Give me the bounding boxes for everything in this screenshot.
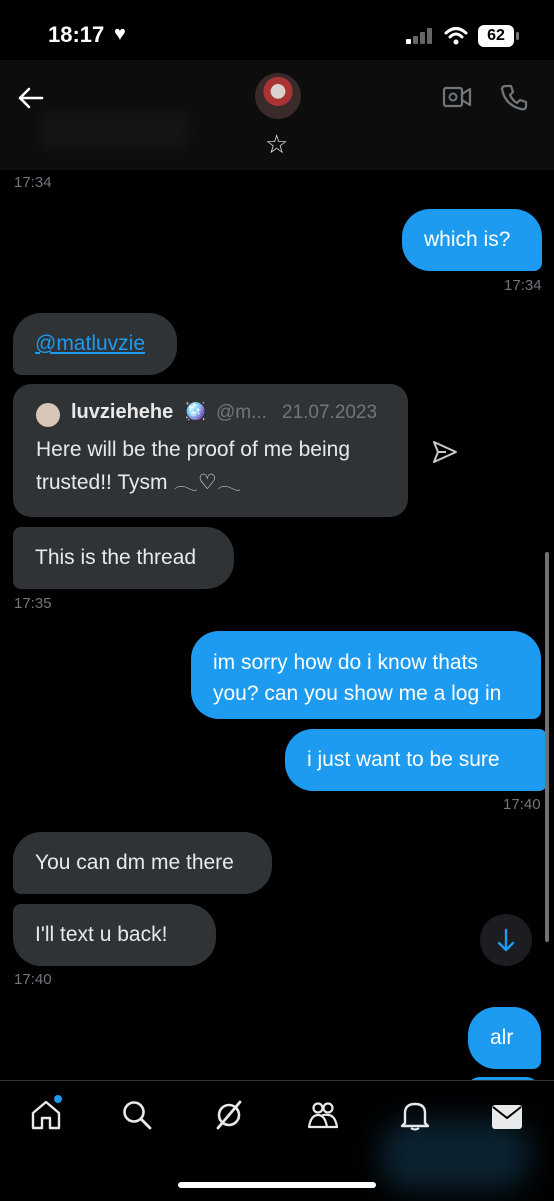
incoming-message[interactable]: You can dm me there xyxy=(13,832,272,894)
outgoing-message[interactable]: im sorry how do i know thats you? can yo… xyxy=(191,631,541,719)
message-timestamp: 17:34 xyxy=(14,174,52,191)
share-icon[interactable] xyxy=(432,440,458,464)
message-timestamp: 17:40 xyxy=(14,971,52,988)
avatar[interactable] xyxy=(255,73,301,119)
communities-icon[interactable] xyxy=(307,1099,339,1131)
outgoing-message[interactable]: which is? xyxy=(402,209,542,271)
status-time: 18:17 xyxy=(48,22,105,47)
grok-icon[interactable] xyxy=(213,1099,245,1131)
scroll-to-bottom-button[interactable] xyxy=(480,914,532,966)
message-timestamp: 17:35 xyxy=(14,595,52,612)
quoted-text: Here will be the proof of me being trust… xyxy=(36,438,351,494)
message-timestamp: 17:40 xyxy=(503,796,541,813)
quoted-handle: @m... xyxy=(216,402,267,423)
blurred-region xyxy=(40,110,190,150)
home-icon[interactable] xyxy=(30,1099,62,1131)
incoming-message[interactable]: This is the thread xyxy=(13,527,234,589)
video-call-icon[interactable] xyxy=(442,84,472,110)
incoming-message[interactable]: I'll text u back! xyxy=(13,904,216,966)
heart-icon: ♥ xyxy=(114,23,126,45)
battery-indicator: 62 xyxy=(478,25,519,47)
notifications-icon[interactable] xyxy=(399,1099,431,1131)
arrow-down-icon xyxy=(497,928,515,952)
quoted-emoji: 🪩 xyxy=(184,401,207,421)
phone-icon[interactable] xyxy=(500,83,528,111)
back-arrow-icon[interactable] xyxy=(16,84,44,112)
quoted-date: 21.07.2023 xyxy=(282,402,378,423)
wifi-icon xyxy=(444,27,468,45)
signal-icon xyxy=(406,28,432,44)
scrollbar[interactable] xyxy=(545,552,549,942)
home-indicator xyxy=(178,1182,376,1188)
message-timestamp: 17:34 xyxy=(504,277,542,294)
search-icon[interactable] xyxy=(121,1099,153,1131)
quoted-avatar xyxy=(36,403,60,427)
outgoing-message[interactable]: alr xyxy=(468,1007,541,1069)
mention-link[interactable]: @matluvzie xyxy=(13,313,177,375)
quoted-name: luvziehehe xyxy=(71,401,174,423)
notification-dot xyxy=(54,1095,62,1103)
messages-icon[interactable] xyxy=(491,1101,523,1133)
star-icon[interactable]: ☆ xyxy=(265,129,288,160)
outgoing-message[interactable]: i just want to be sure xyxy=(285,729,547,791)
